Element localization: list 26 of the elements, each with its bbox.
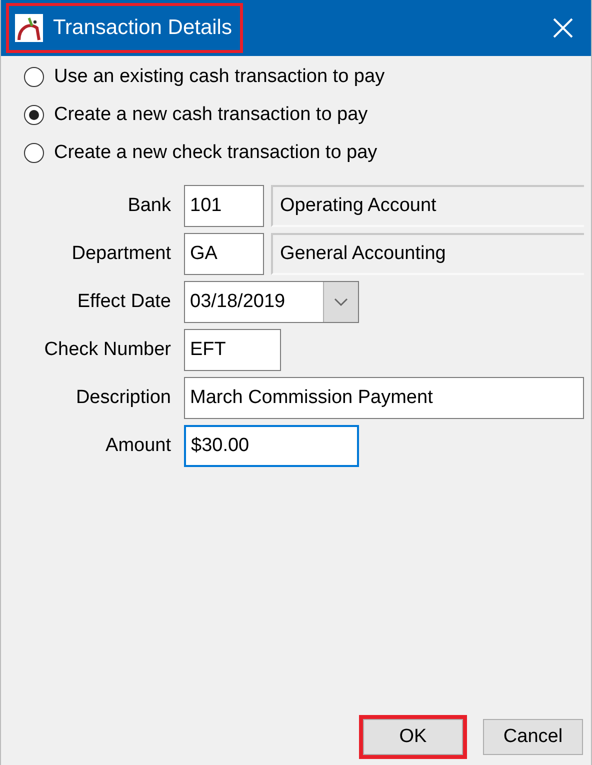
chevron-down-icon[interactable] (334, 298, 348, 306)
field-label: Effect Date (76, 291, 171, 313)
text-field[interactable]: March Commission Payment (184, 377, 584, 419)
date-dropdown[interactable]: 03/18/2019 (184, 281, 359, 323)
field-label: Check Number (43, 339, 171, 361)
date-value: 03/18/2019 (190, 291, 286, 313)
radio-label[interactable]: Create a new cash transaction to pay (54, 104, 368, 126)
radio-button[interactable] (24, 143, 44, 163)
field-label: Amount (104, 435, 171, 457)
app-logo-icon (15, 14, 43, 42)
radio-label[interactable]: Create a new check transaction to pay (54, 142, 378, 164)
field-label: Department (70, 243, 171, 265)
readonly-field: Operating Account (271, 185, 584, 227)
text-field[interactable]: $30.00 (184, 425, 359, 467)
readonly-field: General Accounting (271, 233, 584, 275)
dialog-button[interactable]: Cancel (483, 719, 583, 755)
field-label: Description (74, 387, 171, 409)
text-field[interactable]: 101 (184, 185, 264, 227)
text-field[interactable]: EFT (184, 329, 281, 371)
window-title: Transaction Details (53, 16, 232, 40)
radio-button[interactable] (24, 105, 44, 125)
text-field[interactable]: GA (184, 233, 264, 275)
radio-button[interactable] (24, 67, 44, 87)
field-label: Bank (126, 195, 171, 217)
dialog-button[interactable]: OK (363, 719, 463, 755)
radio-label[interactable]: Use an existing cash transaction to pay (54, 66, 385, 88)
